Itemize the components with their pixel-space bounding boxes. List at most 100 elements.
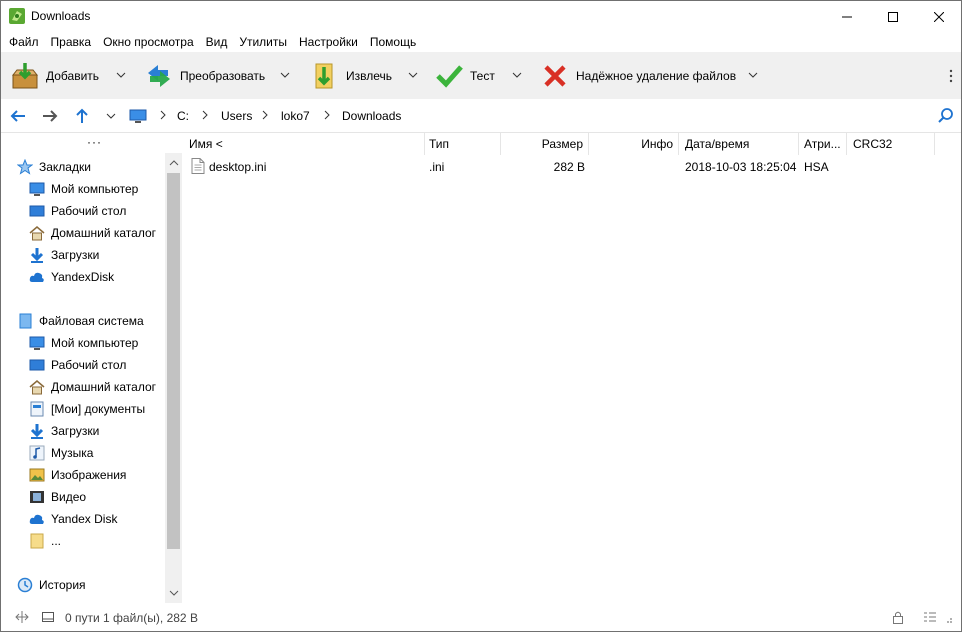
scrollbar-thumb[interactable] <box>167 173 180 549</box>
sidebar-group-history[interactable]: История <box>1 574 165 596</box>
computer-icon <box>29 182 45 196</box>
column-header-datetime[interactable]: Дата/время <box>679 133 799 155</box>
sidebar-item-label: Рабочий стол <box>51 358 127 372</box>
sidebar-item-video[interactable]: Видео <box>1 486 165 508</box>
menu-tools[interactable]: Утилиты <box>233 32 293 52</box>
convert-label: Преобразовать <box>180 68 266 83</box>
back-arrow-icon[interactable] <box>9 107 27 125</box>
computer-icon <box>29 336 45 350</box>
lock-icon[interactable] <box>891 610 905 624</box>
sidebar-item-my-computer[interactable]: Мой компьютер <box>1 332 165 354</box>
secure-delete-button[interactable]: Надёжное удаление файлов <box>539 52 736 99</box>
extract-icon <box>309 60 341 92</box>
chevron-right-icon <box>324 110 330 120</box>
folder-icon <box>30 533 44 549</box>
sidebar-item-documents[interactable]: [Мои] документы <box>1 398 165 420</box>
star-icon <box>17 159 33 175</box>
sidebar-item-label: [Мои] документы <box>51 402 146 416</box>
breadcrumb-user[interactable]: loko7 <box>281 109 310 123</box>
add-button[interactable]: Добавить <box>9 52 99 99</box>
sidebar-item-more[interactable]: ... <box>1 530 165 552</box>
sidebar-item-desktop[interactable]: Рабочий стол <box>1 354 165 376</box>
add-dropdown-icon[interactable] <box>115 69 127 81</box>
file-name: desktop.ini <box>209 160 267 174</box>
breadcrumb-drive[interactable]: C: <box>177 109 189 123</box>
sidebar-item-label: Изображения <box>51 468 127 482</box>
sidebar-item-home[interactable]: Домашний каталог <box>1 376 165 398</box>
menu-view-window[interactable]: Окно просмотра <box>97 32 200 52</box>
sidebar-item-label: Домашний каталог <box>51 380 156 394</box>
preview-pane-icon[interactable] <box>41 610 55 624</box>
add-archive-icon <box>9 60 41 92</box>
add-label: Добавить <box>46 68 100 83</box>
file-list: Имя < Тип Размер Инфо Дата/время Атри...… <box>183 133 961 603</box>
file-size: 282 B <box>553 160 585 174</box>
file-attributes: HSA <box>804 160 829 174</box>
sidebar-item-pictures[interactable]: Изображения <box>1 464 165 486</box>
sidebar-options-icon[interactable]: ··· <box>87 135 102 149</box>
search-icon[interactable] <box>937 107 955 125</box>
computer-icon[interactable] <box>129 107 147 125</box>
file-icon <box>191 158 205 174</box>
close-button[interactable] <box>916 1 962 32</box>
scroll-up-icon[interactable] <box>169 159 179 167</box>
column-header-size[interactable]: Размер <box>501 133 589 155</box>
maximize-button[interactable] <box>870 1 916 32</box>
sidebar-item-desktop[interactable]: Рабочий стол <box>1 200 165 222</box>
convert-button[interactable]: Преобразовать <box>143 52 265 99</box>
sidebar-item-music[interactable]: Музыка <box>1 442 165 464</box>
documents-icon <box>30 401 44 417</box>
column-header-crc32[interactable]: CRC32 <box>847 133 935 155</box>
history-dropdown-icon[interactable] <box>105 107 117 125</box>
resize-panels-icon[interactable] <box>15 610 29 624</box>
file-datetime: 2018-10-03 18:25:04 <box>685 160 797 174</box>
table-row[interactable]: desktop.ini .ini 282 B 2018-10-03 18:25:… <box>183 155 961 177</box>
app-window: Downloads Файл Правка Окно просмотра Вид… <box>0 0 962 632</box>
sidebar-item-label: Yandex Disk <box>51 512 118 526</box>
sidebar-group-filesystem[interactable]: Файловая система <box>1 310 165 332</box>
sidebar-item-home[interactable]: Домашний каталог <box>1 222 165 244</box>
sidebar-group-bookmarks[interactable]: Закладки <box>1 156 165 178</box>
minimize-icon <box>842 16 852 17</box>
test-dropdown-icon[interactable] <box>511 69 523 81</box>
column-header-type[interactable]: Тип <box>425 133 501 155</box>
column-header-attributes[interactable]: Атри... <box>799 133 847 155</box>
details-view-icon[interactable] <box>923 610 937 624</box>
sidebar-item-label: Видео <box>51 490 87 504</box>
sidebar-item-label: YandexDisk <box>51 270 115 284</box>
breadcrumb-downloads[interactable]: Downloads <box>342 109 401 123</box>
extract-button[interactable]: Извлечь <box>309 52 392 99</box>
sidebar-item-downloads[interactable]: Загрузки <box>1 244 165 266</box>
scroll-down-icon[interactable] <box>169 589 179 597</box>
menu-file[interactable]: Файл <box>3 32 45 52</box>
sidebar-scrollbar[interactable] <box>165 153 182 603</box>
status-bar: 0 пути 1 файл(ы), 282 B <box>1 603 961 631</box>
menu-help[interactable]: Помощь <box>364 32 422 52</box>
sidebar-item-yandexdisk[interactable]: YandexDisk <box>1 266 165 288</box>
download-icon <box>30 248 44 263</box>
sidebar-item-label: Домашний каталог <box>51 226 156 240</box>
menu-view[interactable]: Вид <box>200 32 234 52</box>
up-arrow-icon[interactable] <box>73 107 91 125</box>
title-bar[interactable]: Downloads <box>1 1 961 32</box>
test-button[interactable]: Тест <box>433 52 495 99</box>
menu-edit[interactable]: Правка <box>45 32 98 52</box>
breadcrumb-users[interactable]: Users <box>221 109 252 123</box>
close-icon <box>934 11 944 22</box>
convert-dropdown-icon[interactable] <box>279 69 291 81</box>
resize-grip-icon[interactable] <box>943 610 953 624</box>
maximize-icon <box>888 11 898 22</box>
sidebar-item-downloads[interactable]: Загрузки <box>1 420 165 442</box>
sidebar-item-label: Мой компьютер <box>51 336 139 350</box>
column-header-info[interactable]: Инфо <box>589 133 679 155</box>
sidebar-item-yandex-disk[interactable]: Yandex Disk <box>1 508 165 530</box>
sidebar-item-my-computer[interactable]: Мой компьютер <box>1 178 165 200</box>
toolbar-overflow-icon[interactable] <box>946 66 956 86</box>
extract-dropdown-icon[interactable] <box>407 69 419 81</box>
forward-arrow-icon[interactable] <box>41 107 59 125</box>
minimize-button[interactable] <box>824 1 870 32</box>
secure-delete-dropdown-icon[interactable] <box>747 69 759 81</box>
download-icon <box>30 424 44 439</box>
column-header-name[interactable]: Имя < <box>183 133 425 155</box>
menu-settings[interactable]: Настройки <box>293 32 364 52</box>
